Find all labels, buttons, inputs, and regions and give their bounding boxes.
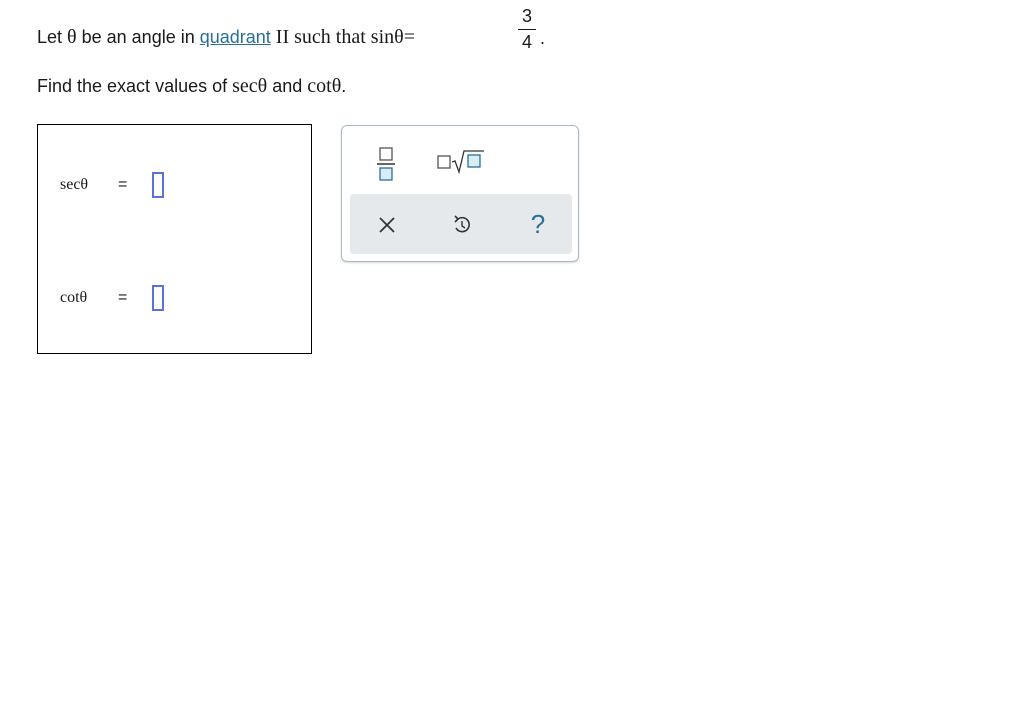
fraction-denominator: 4 <box>521 32 532 52</box>
square-root-icon <box>437 150 484 175</box>
answer-row-cot: cotθ = <box>60 283 164 313</box>
quadrant-link[interactable]: quadrant <box>200 27 271 47</box>
keypad-action-bar: ? <box>350 194 572 254</box>
undo-icon <box>454 215 470 233</box>
text-quadrant-ii: II such that <box>270 26 371 48</box>
sec-expression: secθ <box>232 75 268 97</box>
text-find: Find the exact values of <box>37 76 233 96</box>
math-keypad: ? <box>341 125 579 262</box>
text-and: and <box>267 76 308 96</box>
sec-answer-input[interactable] <box>152 172 164 198</box>
sec-label: secθ <box>60 176 89 193</box>
square-root-button[interactable] <box>436 148 486 175</box>
text-angle-in: be an angle in <box>76 27 200 47</box>
sec-equals: = <box>118 176 128 193</box>
problem-statement-line-2: Find the exact values of secθ and cotθ. <box>37 75 346 98</box>
cot-equals: = <box>118 289 128 306</box>
text-period: . <box>341 76 347 96</box>
cot-expression: cotθ <box>307 75 342 97</box>
fraction-numerator: 3 <box>521 6 532 26</box>
sentence-period: . <box>540 28 546 48</box>
problem-statement-line-1: Let θ be an angle in quadrant II such th… <box>37 26 415 49</box>
clear-button[interactable] <box>376 214 398 236</box>
clear-icon <box>379 217 395 233</box>
sin-value-fraction: 3 4 <box>518 6 536 52</box>
theta-symbol: θ <box>67 26 77 48</box>
answer-row-sec: secθ = <box>60 170 164 200</box>
fraction-icon <box>377 147 395 181</box>
cot-answer-input[interactable] <box>152 285 164 311</box>
answer-box: secθ = cotθ = <box>37 124 312 354</box>
text-let: Let <box>37 27 68 47</box>
undo-button[interactable] <box>451 213 473 237</box>
fraction-bar <box>518 29 536 30</box>
cot-label: cotθ <box>60 289 88 306</box>
fraction-button[interactable] <box>375 145 397 183</box>
equals-sign: = <box>403 26 415 48</box>
help-button[interactable]: ? <box>527 207 549 241</box>
sin-expression: sinθ <box>370 26 404 48</box>
